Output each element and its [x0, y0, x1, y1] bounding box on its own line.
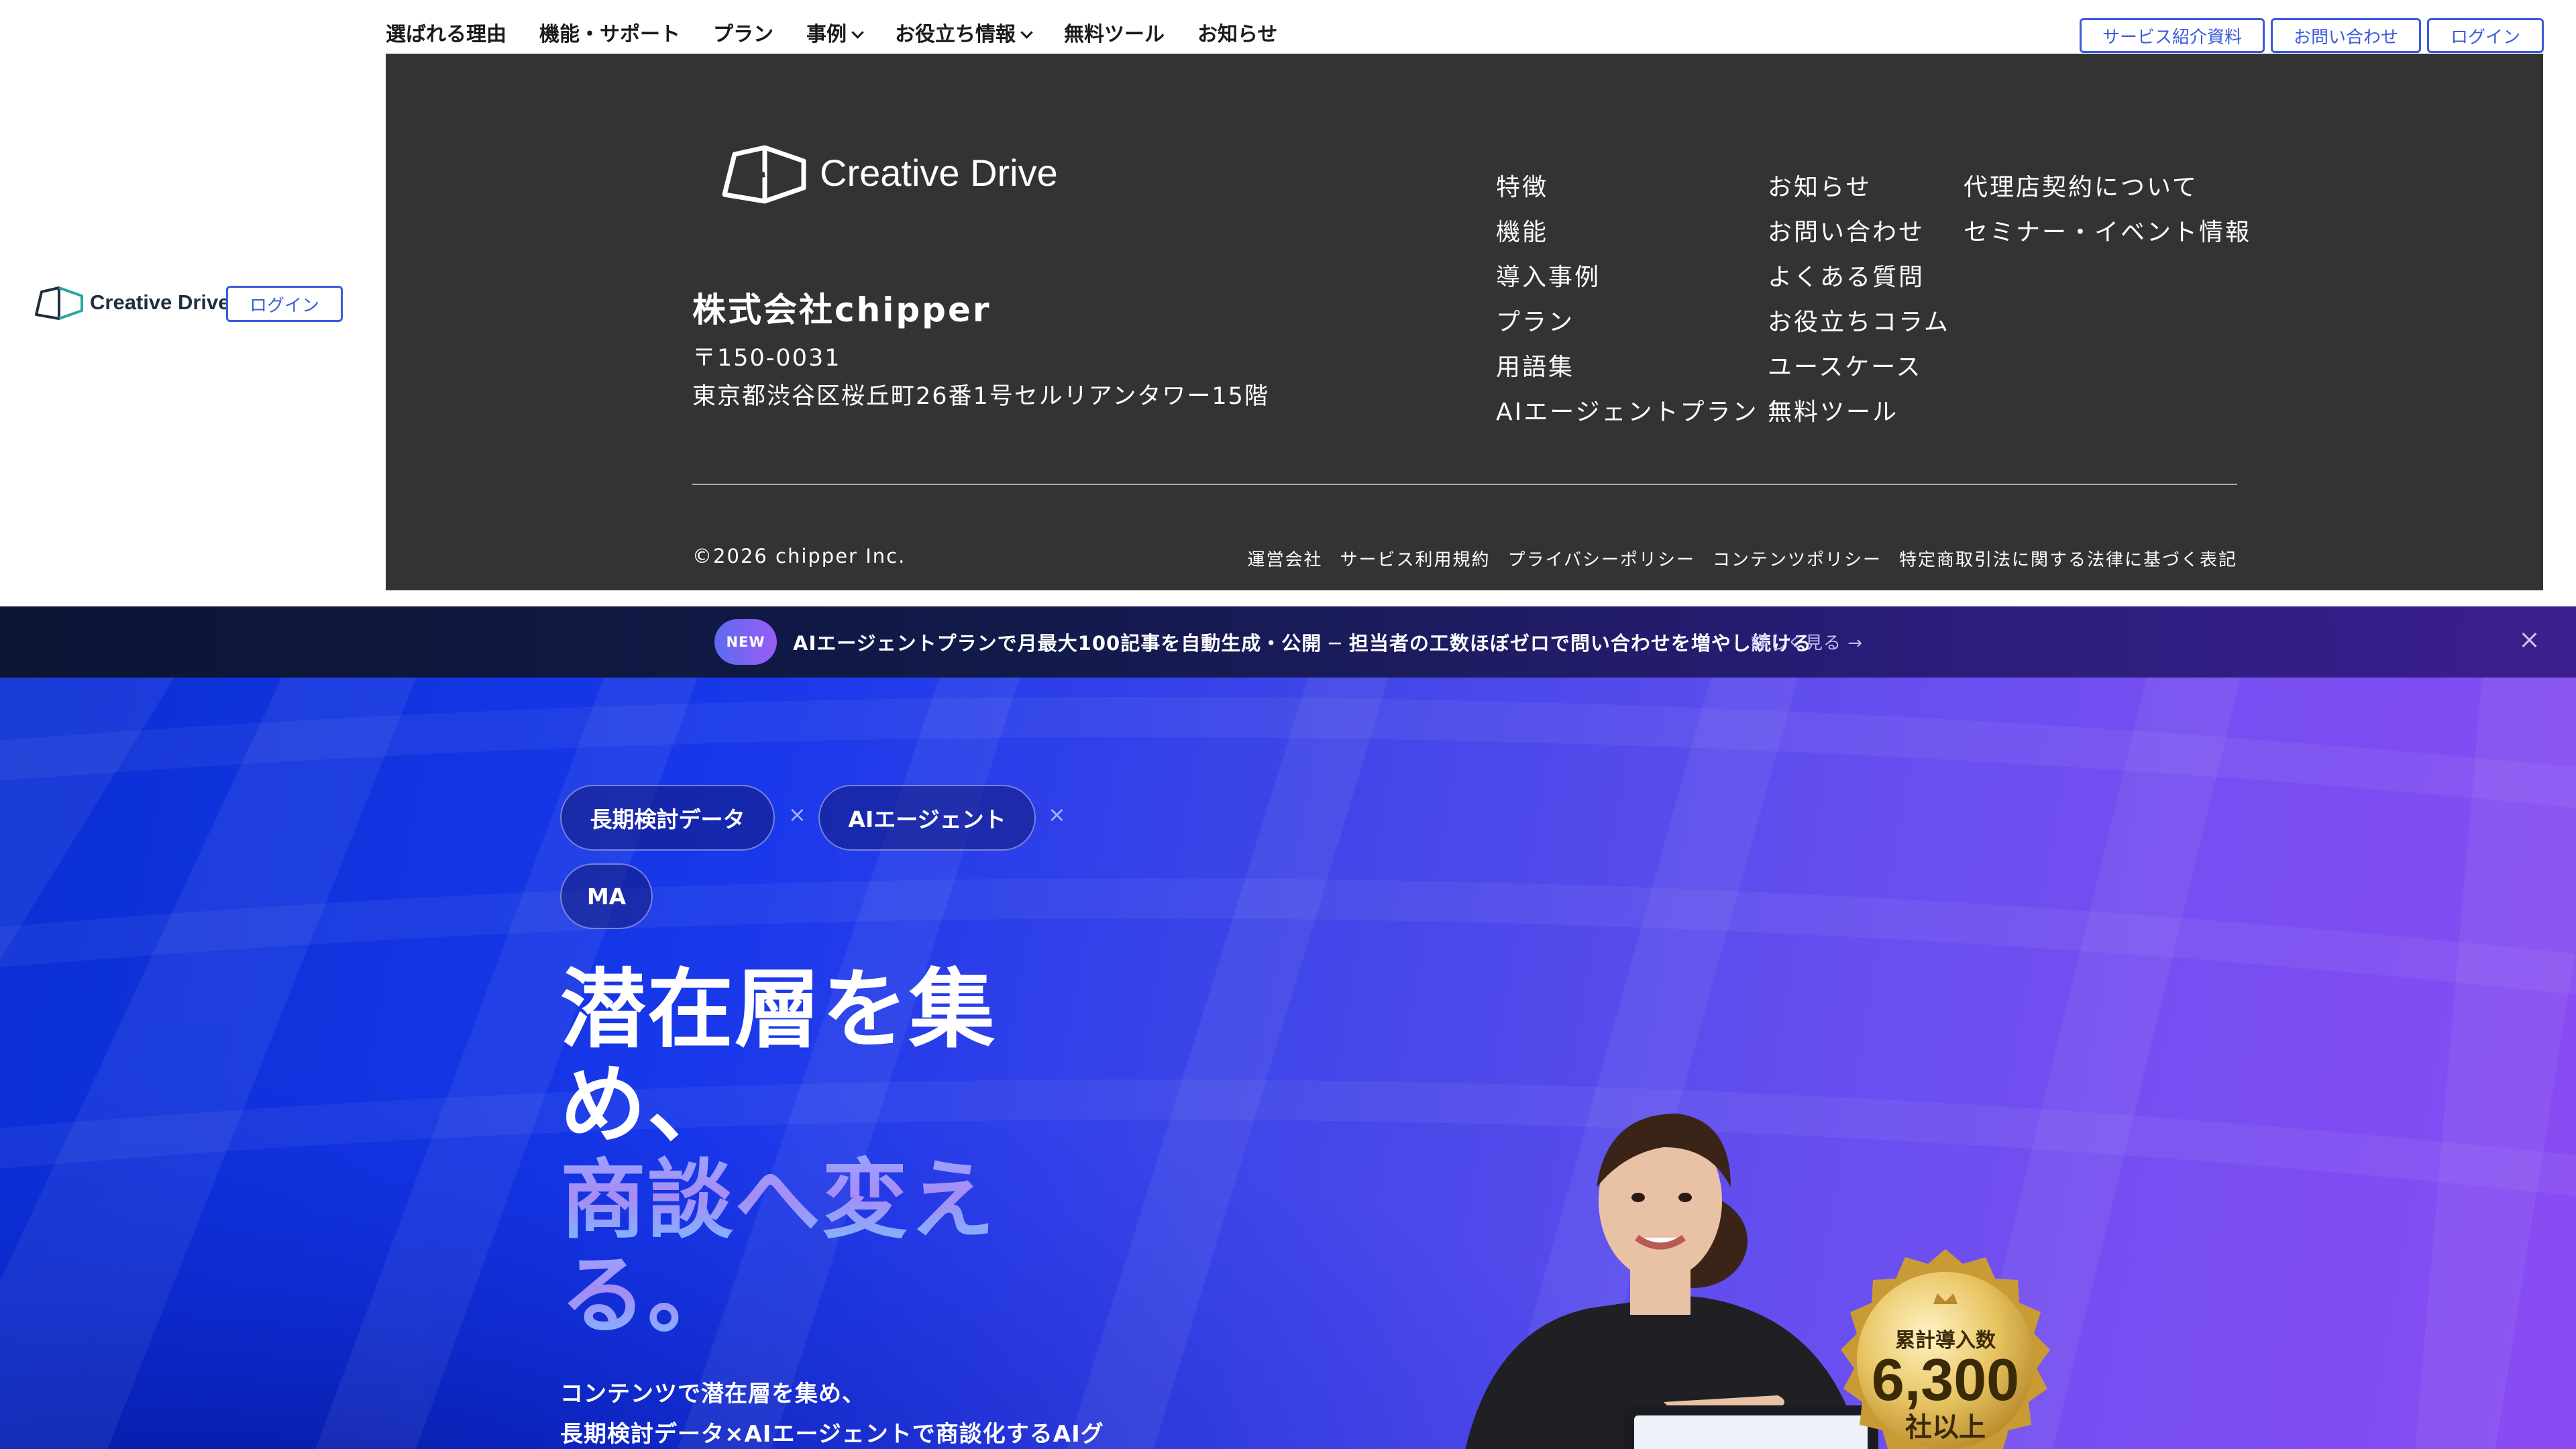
- creative-drive-logo-icon: [722, 145, 806, 204]
- side-login-button[interactable]: ログイン: [226, 286, 343, 322]
- company-name: 株式会社chipper: [692, 290, 991, 329]
- footer-link-glossary[interactable]: 用語集: [1496, 349, 1759, 394]
- announcement-bar: NEW AIエージェントプランで月最大100記事を自動生成・公開 ─ 担当者の工…: [0, 606, 2576, 678]
- nav-news-label: お知らせ: [1197, 23, 1278, 46]
- footer-link-plans[interactable]: プラン: [1496, 304, 1759, 349]
- nav-reasons-label: 選ばれる理由: [386, 23, 506, 46]
- postal-code: 〒150-0031: [692, 345, 841, 372]
- nav-features-label: 機能・サポート: [539, 23, 680, 46]
- nav-resources[interactable]: お役立ち情報: [895, 20, 1033, 50]
- header-actions: サービス紹介資料 お問い合わせ ログイン: [2080, 18, 2544, 53]
- legal-link-company[interactable]: 運営会社: [1247, 546, 1322, 571]
- announcement-more-link[interactable]: 詳しく見る →: [1751, 629, 1863, 654]
- medal-suffix: 社以上: [1905, 1412, 1986, 1443]
- legal-link-terms[interactable]: サービス利用規約: [1340, 546, 1490, 571]
- medal-number: 6,300: [1871, 1346, 2020, 1413]
- announcement-text[interactable]: AIエージェントプランで月最大100記事を自動生成・公開 ─ 担当者の工数ほぼゼ…: [793, 628, 1812, 656]
- footer-links-col3: 代理店契約について セミナー・イベント情報: [1964, 169, 2251, 259]
- nav-free-tools-label: 無料ツール: [1064, 23, 1165, 46]
- legal-link-label: プライバシーポリシー: [1507, 550, 1695, 570]
- nav-plans-label: プラン: [713, 23, 773, 46]
- legal-link-tokushoho[interactable]: 特定商取引法に関する法律に基づく表記: [1899, 546, 2237, 571]
- legal-link-label: 特定商取引法に関する法律に基づく表記: [1898, 550, 2237, 570]
- copyright: ©2026 chipper Inc.: [692, 545, 906, 568]
- page: 選ばれる理由 機能・サポート プラン 事例 お役立ち情報 無料ツール お知らせ …: [0, 0, 2576, 1449]
- hero-subtext-line1: コンテンツで潜在層を集め、: [560, 1381, 865, 1407]
- close-icon[interactable]: [2516, 627, 2542, 653]
- nav-cases-label: 事例: [806, 23, 847, 46]
- nav-cases[interactable]: 事例: [806, 20, 864, 50]
- nav-reasons[interactable]: 選ばれる理由: [386, 20, 506, 50]
- creative-drive-logo-icon: [35, 286, 83, 320]
- footer-brand-name: Creative Drive: [820, 152, 1058, 194]
- footer-link-contact[interactable]: お問い合わせ: [1768, 214, 1950, 259]
- footer-links-col2: お知らせ お問い合わせ よくある質問 お役立ちコラム ユースケース 無料ツール: [1768, 169, 1950, 439]
- tag-separator: ×: [1048, 802, 1066, 827]
- hero-headline-line4: る。: [560, 1246, 735, 1346]
- footer-link-agency[interactable]: 代理店契約について: [1964, 169, 2251, 214]
- legal-link-label: サービス利用規約: [1340, 550, 1491, 570]
- legal-link-label: コンテンツポリシー: [1712, 550, 1882, 570]
- company-address: 東京都渋谷区桜丘町26番1号セルリアンタワー15階: [692, 383, 1269, 410]
- footer-link-use-cases[interactable]: ユースケース: [1768, 349, 1950, 394]
- footer-link-functions[interactable]: 機能: [1496, 214, 1759, 259]
- hero-headline-line1: 潜在層を集: [560, 960, 997, 1060]
- global-nav: 選ばれる理由 機能・サポート プラン 事例 お役立ち情報 無料ツール お知らせ: [386, 20, 1310, 50]
- footer-link-column[interactable]: お役立ちコラム: [1768, 304, 1950, 349]
- chevron-down-icon: [851, 26, 864, 39]
- footer-divider: [692, 484, 2237, 485]
- footer-link-news[interactable]: お知らせ: [1768, 169, 1950, 214]
- site-brand-name: Creative Drive: [90, 290, 230, 314]
- footer-links-col1: 特徴 機能 導入事例 プラン 用語集 AIエージェントプラン: [1496, 169, 1759, 439]
- header-login-button[interactable]: ログイン: [2427, 18, 2544, 53]
- footer-link-features[interactable]: 特徴: [1496, 169, 1759, 214]
- hero-tag-long-term-data: 長期検討データ: [560, 785, 775, 851]
- nav-plans[interactable]: プラン: [713, 20, 773, 50]
- hero-tag-ai-agent: AIエージェント: [818, 785, 1036, 851]
- hero-subtext-line2: 長期検討データ×AIエージェントで商談化するAIグ: [560, 1421, 1104, 1448]
- contact-button[interactable]: お問い合わせ: [2271, 18, 2421, 53]
- hero-background: [0, 678, 2576, 1449]
- legal-link-content-policy[interactable]: コンテンツポリシー: [1713, 546, 1882, 571]
- footer-link-free-tools[interactable]: 無料ツール: [1768, 394, 1950, 439]
- legal-links: 運営会社 サービス利用規約 プライバシーポリシー コンテンツポリシー 特定商取引…: [1247, 546, 2237, 571]
- hero-section: [0, 678, 2576, 1449]
- legal-link-privacy[interactable]: プライバシーポリシー: [1507, 546, 1695, 571]
- footer-panel: Creative Drive 株式会社chipper 〒150-0031 東京都…: [386, 54, 2543, 590]
- footer-link-seminars[interactable]: セミナー・イベント情報: [1964, 214, 2251, 259]
- hero-tag-ma: MA: [560, 863, 653, 929]
- nav-free-tools[interactable]: 無料ツール: [1064, 20, 1165, 50]
- hero-person-image: [1465, 1114, 1862, 1449]
- footer-link-faq[interactable]: よくある質問: [1768, 259, 1950, 304]
- hero-headline-line3: 商談へ変え: [560, 1150, 997, 1250]
- footer-link-cases[interactable]: 導入事例: [1496, 259, 1759, 304]
- footer-link-ai-agent-plan[interactable]: AIエージェントプラン: [1496, 394, 1759, 439]
- hero-headline-line2: め、: [560, 1055, 735, 1155]
- nav-resources-label: お役立ち情報: [895, 23, 1016, 46]
- site-logo[interactable]: Creative Drive: [32, 284, 230, 321]
- tag-separator: ×: [788, 802, 806, 827]
- nav-news[interactable]: お知らせ: [1197, 20, 1277, 50]
- nav-features[interactable]: 機能・サポート: [539, 20, 680, 50]
- new-badge: NEW: [714, 619, 777, 665]
- legal-link-label: 運営会社: [1247, 550, 1323, 570]
- footer-logo[interactable]: Creative Drive: [718, 141, 1058, 205]
- chevron-down-icon: [1020, 26, 1033, 39]
- service-materials-button[interactable]: サービス紹介資料: [2080, 18, 2265, 53]
